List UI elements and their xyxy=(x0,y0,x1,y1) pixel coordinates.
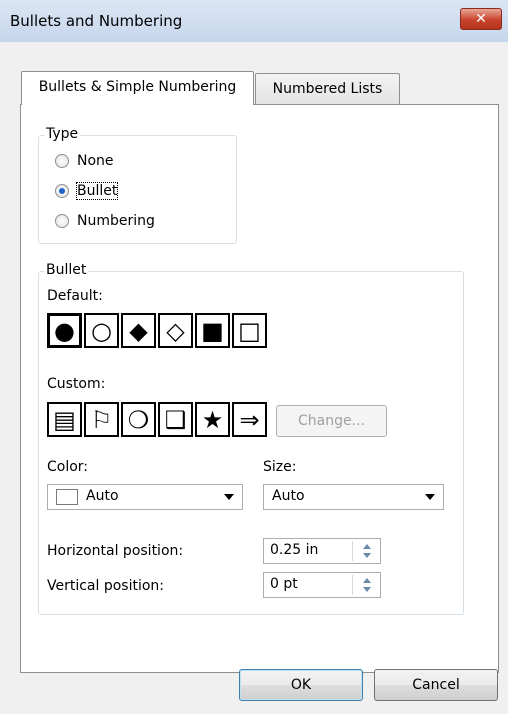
chevron-down-icon xyxy=(425,494,435,500)
hollow-circle-icon: ○ xyxy=(91,316,112,345)
bullet-filled-diamond[interactable]: ◆ xyxy=(121,313,156,348)
bullet-filled-square[interactable]: ■ xyxy=(195,313,230,348)
flag-icon: ⚐ xyxy=(90,405,113,434)
close-button[interactable]: ✕ xyxy=(460,8,502,30)
radio-label-bullet: Bullet xyxy=(75,182,119,200)
filled-diamond-icon: ◆ xyxy=(129,316,148,345)
chevron-down-icon xyxy=(224,494,234,500)
bullet-hollow-diamond[interactable]: ◇ xyxy=(158,313,193,348)
custom-bullet-document[interactable]: ▤ xyxy=(47,402,82,437)
horizontal-position-spinner[interactable]: 0.25 in xyxy=(263,538,381,564)
custom-label: Custom: xyxy=(47,376,106,392)
size-label: Size: xyxy=(263,459,297,475)
double-arrow-icon: ⇒ xyxy=(239,405,260,434)
color-select-value: Auto xyxy=(86,488,119,504)
document-icon: ▤ xyxy=(53,405,76,434)
bullet-hollow-circle[interactable]: ○ xyxy=(84,313,119,348)
spin-down-icon[interactable] xyxy=(363,553,371,558)
radio-circle[interactable] xyxy=(55,154,69,168)
tab-bullets-simple-numbering[interactable]: Bullets & Simple Numbering xyxy=(21,71,254,105)
color-swatch xyxy=(56,489,78,505)
custom-bullet-shadow-circle[interactable]: ❍ xyxy=(121,402,156,437)
horizontal-position-label: Horizontal position: xyxy=(47,543,184,559)
radio-label-none: None xyxy=(77,153,114,169)
filled-circle-icon: ● xyxy=(54,316,75,345)
close-icon: ✕ xyxy=(475,11,487,27)
bullet-group-label: Bullet xyxy=(44,262,89,278)
type-group-label: Type xyxy=(44,126,81,142)
ok-button[interactable]: OK xyxy=(239,669,363,701)
radio-circle[interactable] xyxy=(55,214,69,228)
hollow-diamond-icon: ◇ xyxy=(166,316,185,345)
tab-label: Numbered Lists xyxy=(272,81,383,97)
custom-bullet-star[interactable]: ★ xyxy=(195,402,230,437)
spin-up-icon[interactable] xyxy=(363,578,371,583)
size-select-value: Auto xyxy=(272,488,305,504)
cancel-button-label: Cancel xyxy=(412,677,460,693)
radio-label-numbering: Numbering xyxy=(77,213,155,229)
spin-down-icon[interactable] xyxy=(363,587,371,592)
change-button-label: Change... xyxy=(298,413,365,429)
spinner-arrows[interactable] xyxy=(352,575,378,595)
custom-bullet-double-arrow[interactable]: ⇒ xyxy=(232,402,267,437)
tab-numbered-lists[interactable]: Numbered Lists xyxy=(255,73,400,105)
bullet-hollow-square[interactable]: □ xyxy=(232,313,267,348)
horizontal-position-value: 0.25 in xyxy=(270,542,319,558)
cancel-button[interactable]: Cancel xyxy=(374,669,498,701)
spinner-arrows[interactable] xyxy=(352,541,378,561)
shadow-square-icon: ❑ xyxy=(164,405,187,434)
type-group: Type None Bullet Numbering xyxy=(38,126,237,244)
bullet-filled-circle[interactable]: ● xyxy=(47,313,82,348)
color-label: Color: xyxy=(47,459,89,475)
vertical-position-spinner[interactable]: 0 pt xyxy=(263,572,381,598)
custom-bullet-flag[interactable]: ⚐ xyxy=(84,402,119,437)
default-label: Default: xyxy=(47,288,103,304)
star-icon: ★ xyxy=(201,405,224,434)
spin-up-icon[interactable] xyxy=(363,544,371,549)
dialog-body: Bullets & Simple Numbering Numbered List… xyxy=(0,42,508,714)
radio-numbering[interactable]: Numbering xyxy=(55,212,155,230)
hollow-square-icon: □ xyxy=(238,316,261,345)
ok-button-label: OK xyxy=(290,677,312,693)
shadow-circle-icon: ❍ xyxy=(127,405,150,434)
vertical-position-label: Vertical position: xyxy=(47,578,165,594)
title-bar: Bullets and Numbering ✕ xyxy=(0,0,508,42)
tab-panel: Type None Bullet Numbering Bullet Defaul… xyxy=(20,104,499,673)
tab-label: Bullets & Simple Numbering xyxy=(38,79,237,95)
change-button[interactable]: Change... xyxy=(276,405,387,437)
radio-bullet[interactable]: Bullet xyxy=(55,182,119,200)
size-select[interactable]: Auto xyxy=(263,484,444,510)
color-select[interactable]: Auto xyxy=(47,484,243,510)
custom-bullet-shadow-square[interactable]: ❑ xyxy=(158,402,193,437)
bullet-group: Bullet Default: ● ○ ◆ ◇ ■ □ Custom: ▤ ⚐ … xyxy=(38,262,464,615)
filled-square-icon: ■ xyxy=(201,316,224,345)
vertical-position-value: 0 pt xyxy=(270,576,298,592)
radio-circle[interactable] xyxy=(55,184,69,198)
window-title: Bullets and Numbering xyxy=(10,12,183,30)
radio-none[interactable]: None xyxy=(55,152,114,170)
